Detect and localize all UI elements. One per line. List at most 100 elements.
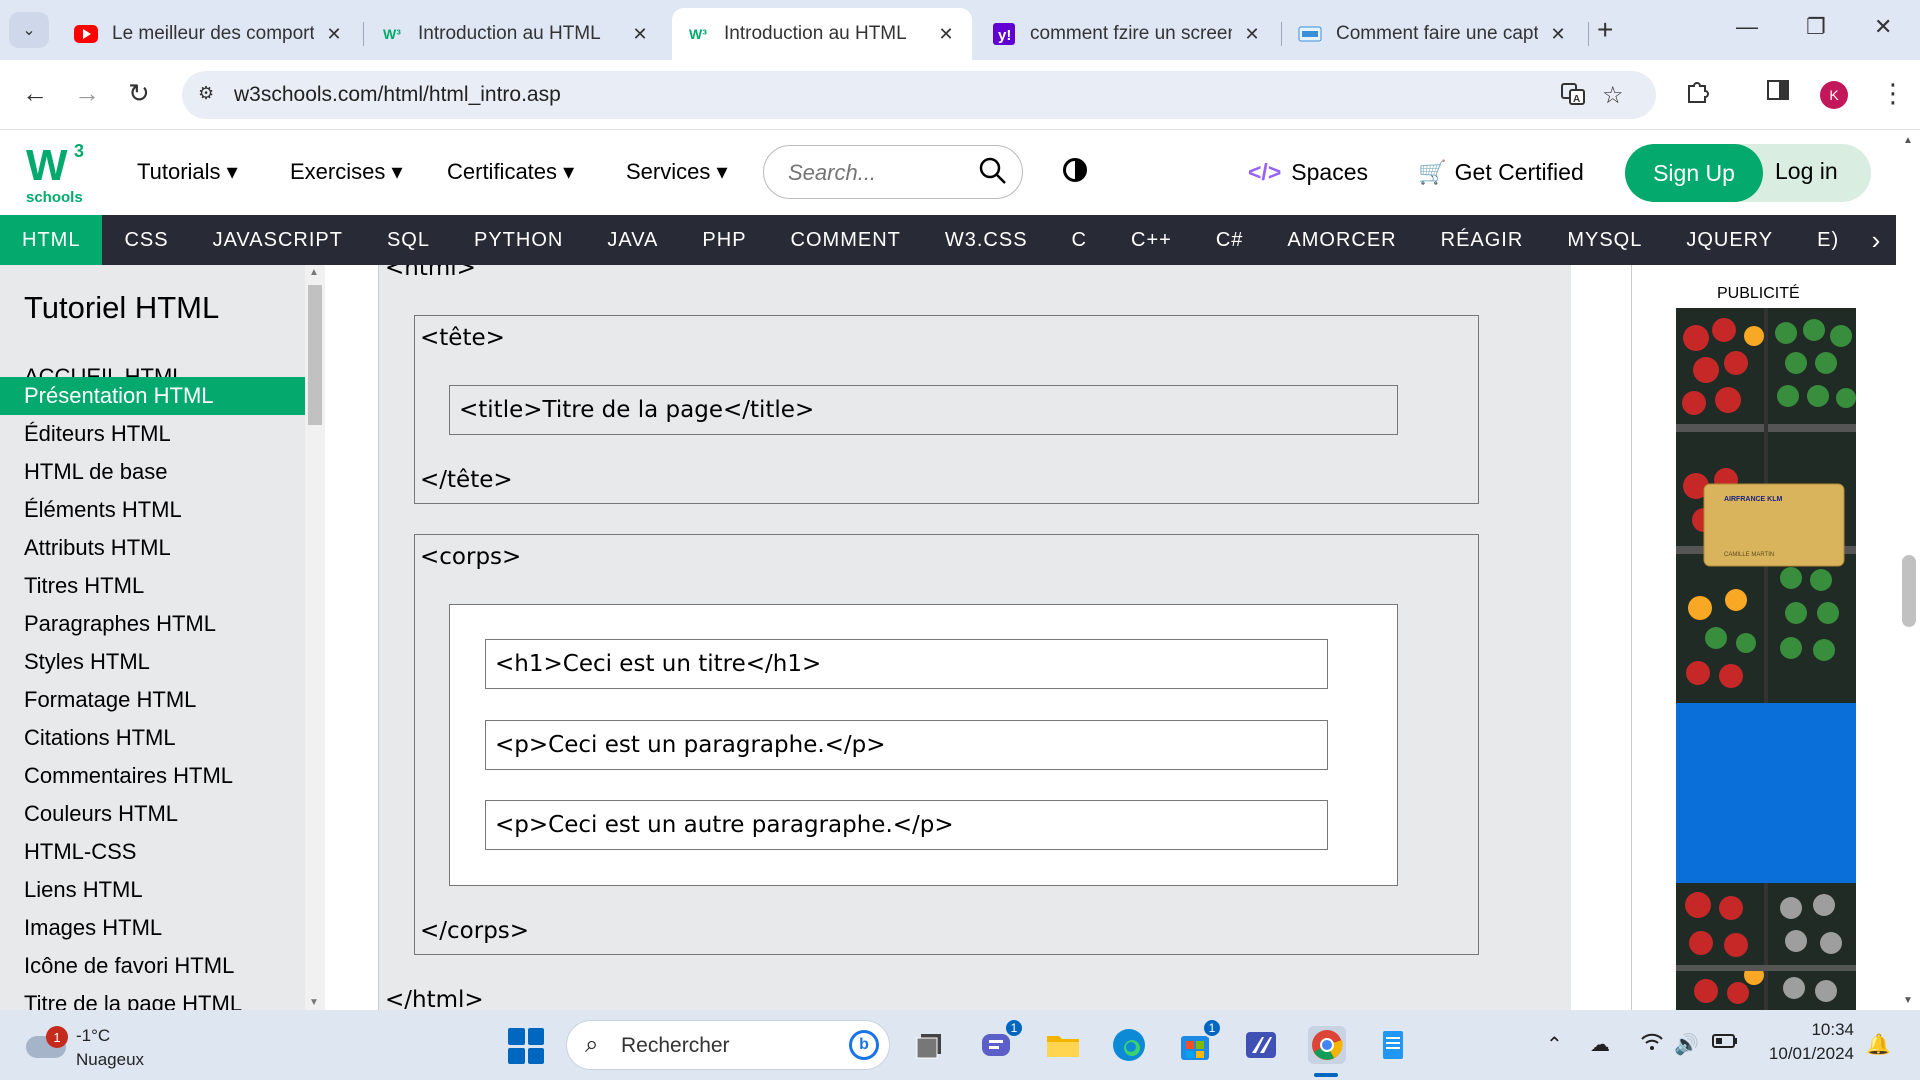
file-explorer-icon[interactable] <box>1044 1026 1082 1064</box>
dark-mode-toggle-icon[interactable] <box>1063 158 1087 182</box>
edge-icon[interactable] <box>1110 1026 1148 1064</box>
sign-up-button[interactable]: Sign Up <box>1625 144 1763 202</box>
topic-csharp[interactable]: C# <box>1194 215 1266 265</box>
task-view-icon[interactable] <box>912 1026 950 1064</box>
restore-icon[interactable]: ❐ <box>1806 14 1826 40</box>
services-menu[interactable]: Services ▾ <box>626 159 728 185</box>
tab-close-icon[interactable]: ✕ <box>1240 24 1264 45</box>
notepad-icon[interactable] <box>1374 1026 1412 1064</box>
extensions-icon[interactable] <box>1685 78 1711 111</box>
tab-search-button[interactable]: ⌄ <box>9 12 49 48</box>
tab-close-icon[interactable]: ✕ <box>1546 24 1570 45</box>
wifi-icon[interactable] <box>1640 1032 1664 1058</box>
scroll-down-icon[interactable]: ▼ <box>309 997 319 1008</box>
sidebar-item[interactable]: Titres HTML <box>0 567 305 605</box>
sidebar-item-active[interactable]: Présentation HTML <box>0 377 305 415</box>
search-icon[interactable] <box>978 156 1008 191</box>
sidebar-item[interactable]: Couleurs HTML <box>0 795 305 833</box>
sidebar-item[interactable]: Commentaires HTML <box>0 757 305 795</box>
topic-cpp[interactable]: C++ <box>1109 215 1194 265</box>
w3schools-logo[interactable]: W 3 schools <box>26 141 90 206</box>
ad-banner[interactable]: AIRFRANCE KLM CAMILLE MARTIN <box>1676 308 1856 1010</box>
battery-icon[interactable] <box>1712 1032 1738 1055</box>
scroll-up-icon[interactable]: ▲ <box>309 267 319 278</box>
sidebar-item[interactable]: Icône de favori HTML <box>0 947 305 985</box>
volume-icon[interactable]: 🔊 <box>1674 1032 1699 1057</box>
exercises-menu[interactable]: Exercises ▾ <box>290 159 403 185</box>
teams-chat-icon[interactable]: 1 <box>978 1018 1024 1064</box>
browser-tab-1[interactable]: Le meilleur des comporte ✕ <box>60 8 360 60</box>
sidebar-item[interactable]: Éléments HTML <box>0 491 305 529</box>
topic-comment[interactable]: COMMENT <box>769 215 923 265</box>
sidebar-item[interactable]: Liens HTML <box>0 871 305 909</box>
topic-sql[interactable]: SQL <box>365 215 452 265</box>
windows-start-icon[interactable] <box>508 1028 544 1064</box>
topic-jquery[interactable]: JQUERY <box>1664 215 1795 265</box>
sidebar-item[interactable]: Citations HTML <box>0 719 305 757</box>
system-clock[interactable]: 10:34 10/01/2024 <box>1758 1020 1854 1068</box>
topic-mysql[interactable]: MYSQL <box>1545 215 1664 265</box>
onedrive-icon[interactable]: ☁ <box>1590 1032 1610 1057</box>
topic-c[interactable]: C <box>1050 215 1109 265</box>
topic-php[interactable]: PHP <box>680 215 768 265</box>
certificates-menu[interactable]: Certificates ▾ <box>447 159 574 185</box>
sidebar-item[interactable]: Images HTML <box>0 909 305 947</box>
scroll-up-icon[interactable]: ▲ <box>1903 135 1913 146</box>
sidebar-item[interactable]: HTML de base <box>0 453 305 491</box>
search-input[interactable]: Search... <box>763 145 1023 199</box>
minimize-icon[interactable]: — <box>1736 14 1758 40</box>
bing-icon[interactable]: b <box>849 1030 879 1060</box>
spaces-link[interactable]: </> Spaces <box>1248 159 1368 186</box>
side-panel-icon[interactable] <box>1766 78 1790 109</box>
tab-close-icon[interactable]: ✕ <box>322 24 346 45</box>
sidebar-item[interactable]: Éditeurs HTML <box>0 415 305 453</box>
bookmark-star-icon[interactable]: ☆ <box>1602 81 1624 110</box>
address-bar[interactable]: ⚙ w3schools.com/html/html_intro.asp A ☆ <box>182 71 1656 119</box>
sidebar-item[interactable]: Styles HTML <box>0 643 305 681</box>
scrollbar-thumb[interactable] <box>1902 555 1916 627</box>
browser-tab-3-active[interactable]: W³ Introduction au HTML ✕ <box>672 8 972 60</box>
url-text[interactable]: w3schools.com/html/html_intro.asp <box>234 83 561 107</box>
topic-react[interactable]: RÉAGIR <box>1419 215 1546 265</box>
topic-w3css[interactable]: W3.CSS <box>923 215 1050 265</box>
browser-tab-5[interactable]: Comment faire une captu ✕ <box>1284 8 1584 60</box>
scrollbar-thumb[interactable] <box>308 285 322 425</box>
profile-avatar[interactable]: K <box>1820 81 1848 109</box>
topic-python[interactable]: PYTHON <box>452 215 585 265</box>
sidebar-item[interactable]: Attributs HTML <box>0 529 305 567</box>
tab-close-icon[interactable]: ✕ <box>934 24 958 45</box>
powerautomate-icon[interactable] <box>1242 1026 1280 1064</box>
topic-more[interactable]: E) <box>1795 215 1861 265</box>
sidebar-item[interactable]: HTML-CSS <box>0 833 305 871</box>
topic-html[interactable]: HTML <box>0 215 103 265</box>
browser-tab-2[interactable]: W³ Introduction au HTML ✕ <box>366 8 666 60</box>
taskbar-search[interactable]: ⌕ Rechercher b <box>566 1020 890 1070</box>
forward-icon[interactable]: → <box>74 78 100 109</box>
microsoft-store-icon[interactable]: 1 <box>1176 1018 1222 1064</box>
close-window-icon[interactable]: ✕ <box>1874 14 1892 40</box>
chevron-right-icon[interactable]: › <box>1856 215 1896 265</box>
chrome-icon[interactable] <box>1308 1026 1346 1064</box>
sidebar-item[interactable]: Formatage HTML <box>0 681 305 719</box>
back-icon[interactable]: ← <box>22 78 48 109</box>
sidebar-item[interactable]: Titre de la page HTML <box>0 985 305 1010</box>
page-scrollbar[interactable]: ▲ ▼ <box>1896 131 1920 1010</box>
tab-close-icon[interactable]: ✕ <box>628 24 652 45</box>
chevron-up-icon[interactable]: ⌃ <box>1546 1032 1563 1057</box>
notifications-bell-icon[interactable]: 🔔 <box>1866 1032 1891 1057</box>
log-in-button[interactable]: Log in <box>1775 158 1838 185</box>
new-tab-button[interactable]: + <box>1597 14 1613 46</box>
get-certified-link[interactable]: 🛒 Get Certified <box>1418 159 1584 186</box>
scroll-down-icon[interactable]: ▼ <box>1903 995 1913 1006</box>
sidebar-item[interactable]: Paragraphes HTML <box>0 605 305 643</box>
browser-menu-icon[interactable]: ⋮ <box>1880 78 1906 109</box>
topic-java[interactable]: JAVA <box>585 215 680 265</box>
browser-tab-4[interactable]: y! comment fzire un screen ✕ <box>978 8 1278 60</box>
topic-javascript[interactable]: JAVASCRIPT <box>191 215 365 265</box>
topic-bootstrap[interactable]: AMORCER <box>1265 215 1418 265</box>
site-info-icon[interactable]: ⚙ <box>198 83 214 104</box>
translate-icon[interactable]: A <box>1560 81 1586 114</box>
topic-css[interactable]: CSS <box>102 215 190 265</box>
reload-icon[interactable]: ↻ <box>128 78 150 109</box>
tutorials-menu[interactable]: Tutorials ▾ <box>137 159 238 185</box>
